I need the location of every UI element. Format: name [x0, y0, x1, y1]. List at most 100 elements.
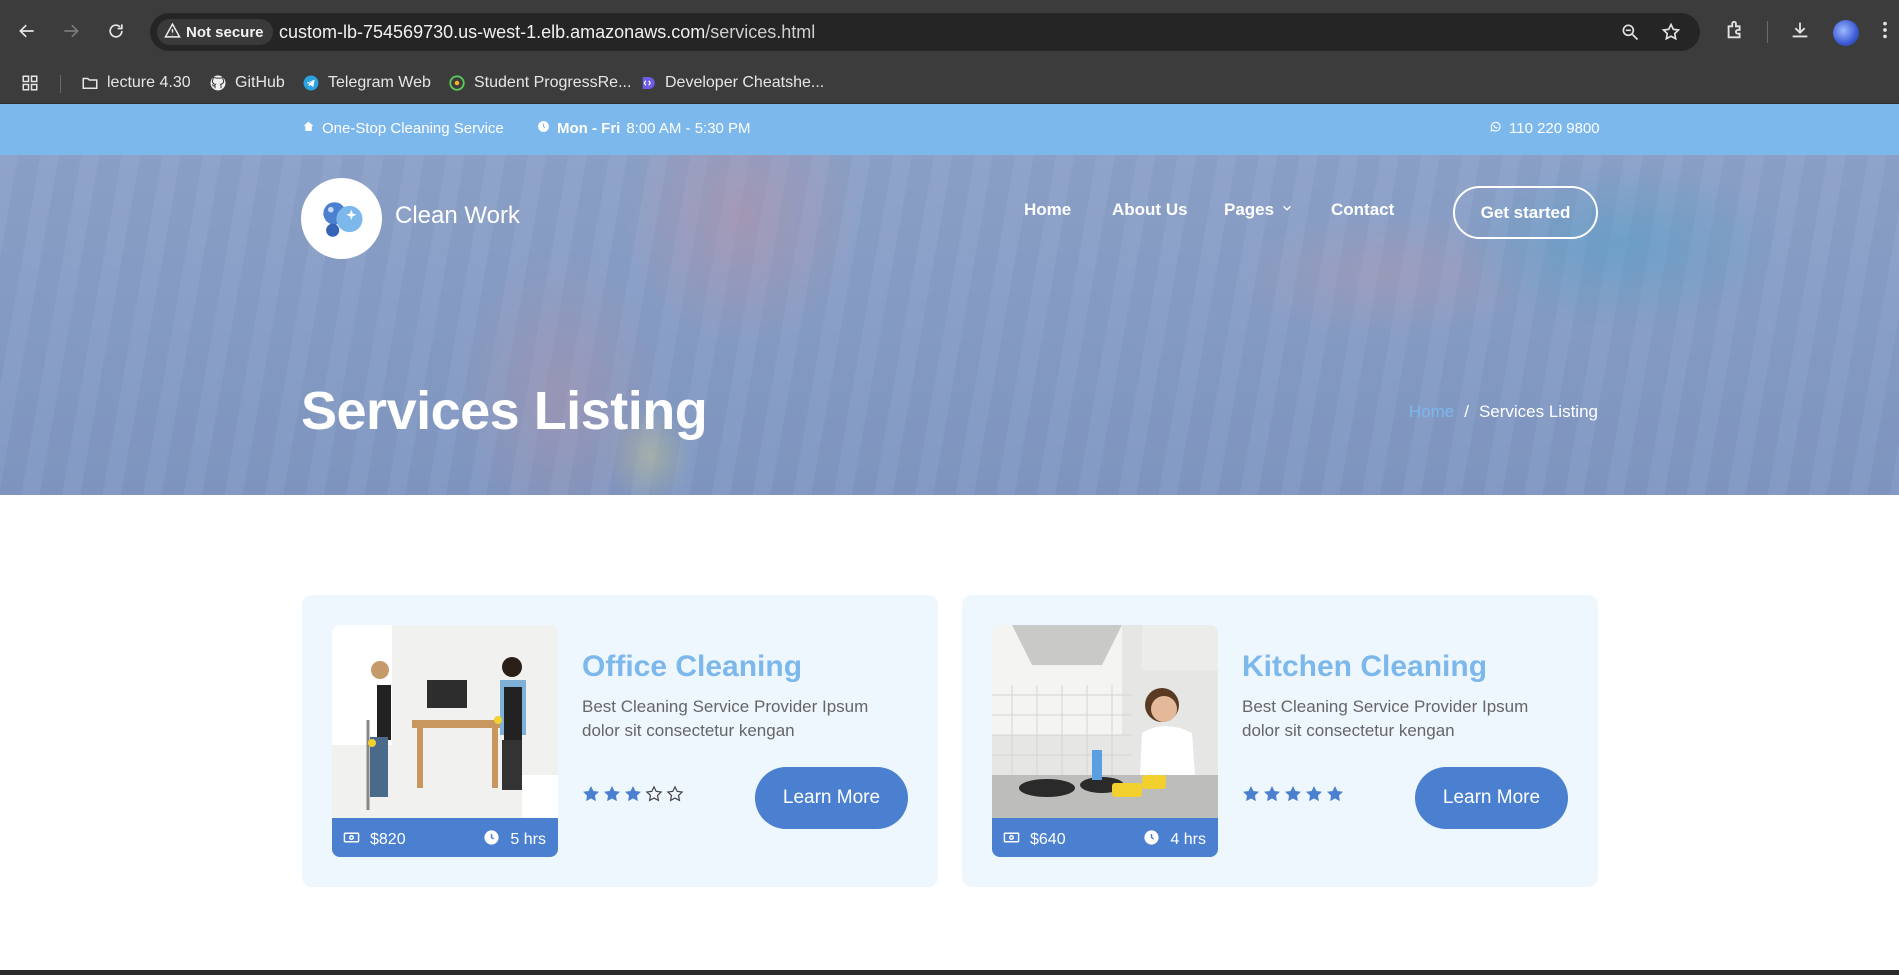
bookmarks-divider — [60, 75, 61, 93]
bookmark-student-progress[interactable]: Student ProgressRe... — [447, 70, 631, 96]
site-logo[interactable] — [301, 178, 382, 259]
service-meta: $640 4 hrs — [992, 818, 1218, 857]
apps-icon[interactable] — [20, 70, 40, 96]
clock-icon — [1143, 829, 1160, 851]
breadcrumb-current: Services Listing — [1478, 402, 1598, 421]
zoom-icon[interactable] — [1620, 22, 1640, 42]
kitchen-cleaning-photo — [992, 625, 1218, 818]
days-text: Mon - Fri — [557, 120, 621, 137]
more-icon[interactable] — [1874, 19, 1888, 43]
reload-icon[interactable] — [101, 16, 131, 46]
star-empty-icon — [666, 785, 684, 808]
clock-icon — [537, 120, 550, 137]
learn-more-button[interactable]: Learn More — [755, 767, 908, 829]
bookmark-telegram[interactable]: Telegram Web — [301, 70, 431, 96]
bookmark-github[interactable]: GitHub — [208, 70, 285, 96]
star-rating — [1242, 785, 1344, 808]
bookmark-label: Telegram Web — [328, 74, 431, 91]
bookmark-developer-cheatsheets[interactable]: Developer Cheatshe... — [638, 70, 824, 96]
service-meta: $820 5 hrs — [332, 818, 558, 857]
service-description: Best Cleaning Service Provider Ipsum dol… — [1242, 697, 1529, 740]
chevron-down-icon — [1280, 200, 1294, 220]
opening-hours: Mon - Fri 8:00 AM - 5:30 PM — [537, 120, 751, 137]
office-cleaning-photo — [332, 625, 558, 818]
service-duration: 4 hrs — [1143, 829, 1206, 851]
star-filled-icon — [1284, 785, 1302, 808]
folder-icon — [80, 73, 100, 93]
student-progress-icon — [447, 73, 467, 93]
nav-contact[interactable]: Contact — [1331, 200, 1394, 220]
service-description: Best Cleaning Service Provider Ipsum dol… — [582, 697, 869, 740]
star-icon[interactable] — [1661, 22, 1681, 42]
star-filled-icon — [1326, 785, 1344, 808]
star-filled-icon — [603, 785, 621, 808]
breadcrumb-separator: / — [1464, 402, 1469, 421]
address-bar[interactable]: Not secure custom-lb-754569730.us-west-1… — [150, 13, 1700, 51]
warning-icon — [164, 22, 181, 43]
duration-text: 5 hrs — [510, 831, 546, 848]
nav-pages[interactable]: Pages — [1224, 200, 1294, 220]
service-card: $640 4 hrs Kitchen Cleaning Best Cleanin… — [962, 595, 1598, 887]
profile-avatar[interactable] — [1833, 20, 1859, 46]
url-text[interactable]: custom-lb-754569730.us-west-1.elb.amazon… — [279, 22, 815, 43]
service-title[interactable]: Office Cleaning — [582, 650, 802, 684]
back-icon[interactable] — [12, 16, 42, 46]
bookmark-label: GitHub — [235, 74, 285, 91]
phone-text: 110 220 9800 — [1509, 120, 1600, 137]
service-image[interactable]: $640 4 hrs — [992, 625, 1218, 857]
bookmarks-bar: lecture 4.30 GitHub Telegram Web Student… — [0, 64, 1899, 104]
price-text: $820 — [370, 831, 406, 848]
brand-name[interactable]: Clean Work — [395, 202, 520, 230]
nav-pages-label: Pages — [1224, 200, 1275, 219]
home-icon — [302, 120, 315, 137]
bookmark-lecture[interactable]: lecture 4.30 — [80, 70, 191, 96]
service-text: One-Stop Cleaning Service — [322, 120, 504, 137]
price-text: $640 — [1030, 831, 1066, 848]
star-filled-icon — [582, 785, 600, 808]
devhints-icon — [638, 73, 658, 93]
nav-about[interactable]: About Us — [1112, 200, 1188, 220]
money-icon — [1003, 829, 1020, 851]
forward-icon[interactable] — [56, 16, 86, 46]
star-filled-icon — [1263, 785, 1281, 808]
phone-number[interactable]: 110 220 9800 — [1489, 120, 1600, 137]
clock-icon — [483, 829, 500, 851]
breadcrumb-home[interactable]: Home — [1409, 402, 1454, 422]
nav-home[interactable]: Home — [1024, 200, 1071, 220]
security-chip[interactable]: Not secure — [157, 19, 273, 45]
service-image[interactable]: $820 5 hrs — [332, 625, 558, 857]
url-host: custom-lb-754569730.us-west-1.elb.amazon… — [279, 22, 706, 42]
github-icon — [208, 73, 228, 93]
info-topbar: One-Stop Cleaning Service Mon - Fri 8:00 … — [0, 104, 1899, 155]
bookmark-label: Developer Cheatshe... — [665, 74, 825, 91]
hours-text: 8:00 AM - 5:30 PM — [626, 120, 751, 137]
security-label: Not secure — [186, 23, 264, 41]
star-filled-icon — [624, 785, 642, 808]
star-rating — [582, 785, 684, 808]
bookmark-label: lecture 4.30 — [107, 74, 191, 91]
get-started-button[interactable]: Get started — [1453, 186, 1598, 239]
whatsapp-icon — [1489, 120, 1502, 137]
extensions-icon[interactable] — [1724, 19, 1748, 43]
service-price: $640 — [1003, 829, 1066, 851]
service-card: $820 5 hrs Office Cleaning Best Cleaning… — [302, 595, 938, 887]
service-price: $820 — [343, 829, 406, 851]
hero-banner: Clean Work Home About Us Pages Contact G… — [0, 155, 1899, 495]
download-icon[interactable] — [1789, 19, 1813, 43]
breadcrumb: Home / Services Listing — [1409, 402, 1598, 422]
telegram-icon — [301, 73, 321, 93]
hero-overlay — [0, 155, 1899, 495]
url-path: /services.html — [705, 22, 816, 42]
page-title: Services Listing — [301, 381, 708, 441]
browser-toolbar: Not secure custom-lb-754569730.us-west-1… — [0, 0, 1899, 64]
service-tagline: One-Stop Cleaning Service — [302, 120, 504, 137]
learn-more-button[interactable]: Learn More — [1415, 767, 1568, 829]
star-filled-icon — [1305, 785, 1323, 808]
star-filled-icon — [1242, 785, 1260, 808]
duration-text: 4 hrs — [1170, 831, 1206, 848]
service-title[interactable]: Kitchen Cleaning — [1242, 650, 1487, 684]
service-duration: 5 hrs — [483, 829, 546, 851]
bookmark-label: Student ProgressRe... — [474, 74, 632, 91]
toolbar-divider — [1767, 21, 1768, 43]
page-bottom-edge — [0, 970, 1899, 975]
